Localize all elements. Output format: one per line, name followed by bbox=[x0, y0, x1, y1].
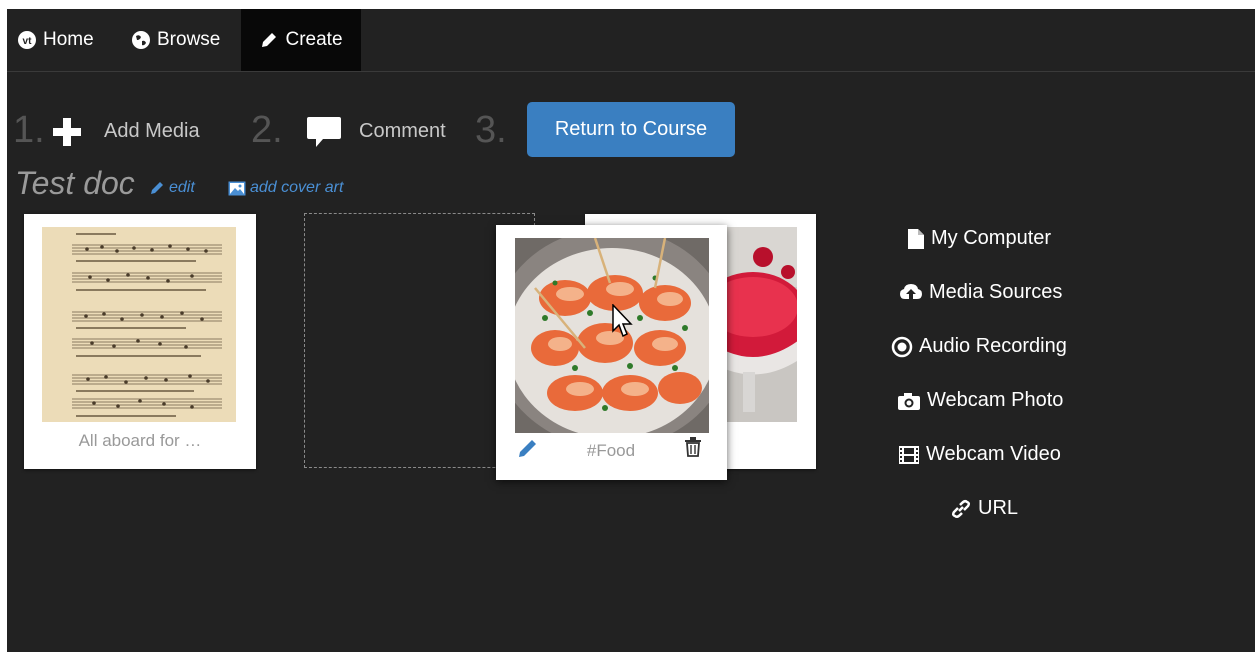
card-caption: All aboard for … bbox=[78, 431, 202, 450]
media-item-label: Webcam Photo bbox=[927, 389, 1064, 411]
sheet-music-image bbox=[42, 227, 236, 422]
media-item-label: My Computer bbox=[931, 227, 1052, 249]
nav-create[interactable]: Create bbox=[241, 9, 361, 71]
step-2-number: 2. bbox=[251, 109, 283, 151]
media-item-label: Webcam Video bbox=[926, 443, 1061, 465]
trash-icon[interactable] bbox=[684, 437, 702, 462]
media-item-media-sources[interactable]: Media Sources bbox=[899, 281, 1062, 304]
media-item-webcam-video[interactable]: Webcam Video bbox=[898, 443, 1061, 466]
app-window: vt Home Browse Create 1. Add Media 2. Co… bbox=[7, 9, 1255, 652]
pencil-icon bbox=[259, 30, 279, 50]
nav-browse-label: Browse bbox=[157, 29, 221, 50]
record-icon bbox=[891, 336, 913, 358]
comment-icon bbox=[306, 115, 342, 154]
picture-icon bbox=[228, 181, 246, 196]
globe-icon bbox=[131, 30, 151, 50]
doc-title: Test doc bbox=[15, 165, 135, 201]
media-item-my-computer[interactable]: My Computer bbox=[907, 227, 1051, 250]
link-icon bbox=[950, 498, 972, 520]
nav-browse[interactable]: Browse bbox=[131, 9, 231, 71]
step-1-number: 1. bbox=[13, 109, 45, 151]
return-to-course-button[interactable]: Return to Course bbox=[527, 102, 735, 157]
add-cover-art-link[interactable]: add cover art bbox=[228, 179, 343, 197]
camera-icon bbox=[897, 391, 921, 411]
top-nav: vt Home Browse Create bbox=[7, 9, 1255, 72]
media-item-url[interactable]: URL bbox=[950, 497, 1018, 520]
svg-text:vt: vt bbox=[23, 36, 33, 47]
cloud-upload-icon bbox=[899, 283, 923, 303]
card-caption: #Food bbox=[586, 441, 636, 460]
step-3-number: 3. bbox=[475, 109, 507, 151]
pencil-icon bbox=[149, 180, 165, 196]
step-2-label[interactable]: Comment bbox=[359, 120, 446, 143]
media-item-webcam-photo[interactable]: Webcam Photo bbox=[897, 389, 1063, 412]
edit-link-label: edit bbox=[169, 179, 195, 196]
media-card-dragging[interactable]: #Food bbox=[496, 225, 727, 480]
vt-logo-icon: vt bbox=[17, 30, 37, 50]
edit-card-icon[interactable] bbox=[517, 437, 539, 464]
film-icon bbox=[898, 445, 920, 465]
media-item-label: Media Sources bbox=[929, 281, 1063, 303]
media-card[interactable]: All aboard for … bbox=[24, 214, 256, 469]
add-cover-art-label: add cover art bbox=[250, 179, 344, 196]
mouse-cursor-icon bbox=[612, 303, 636, 345]
nav-create-label: Create bbox=[285, 29, 343, 50]
edit-link[interactable]: edit bbox=[149, 179, 195, 197]
nav-home-label: Home bbox=[43, 29, 94, 50]
file-icon bbox=[907, 228, 925, 250]
nav-home[interactable]: vt Home bbox=[17, 9, 107, 71]
media-item-audio-recording[interactable]: Audio Recording bbox=[891, 335, 1067, 358]
media-item-label: Audio Recording bbox=[919, 335, 1067, 357]
plus-icon bbox=[51, 116, 83, 153]
step-1-label[interactable]: Add Media bbox=[104, 120, 200, 143]
media-item-label: URL bbox=[978, 497, 1019, 519]
